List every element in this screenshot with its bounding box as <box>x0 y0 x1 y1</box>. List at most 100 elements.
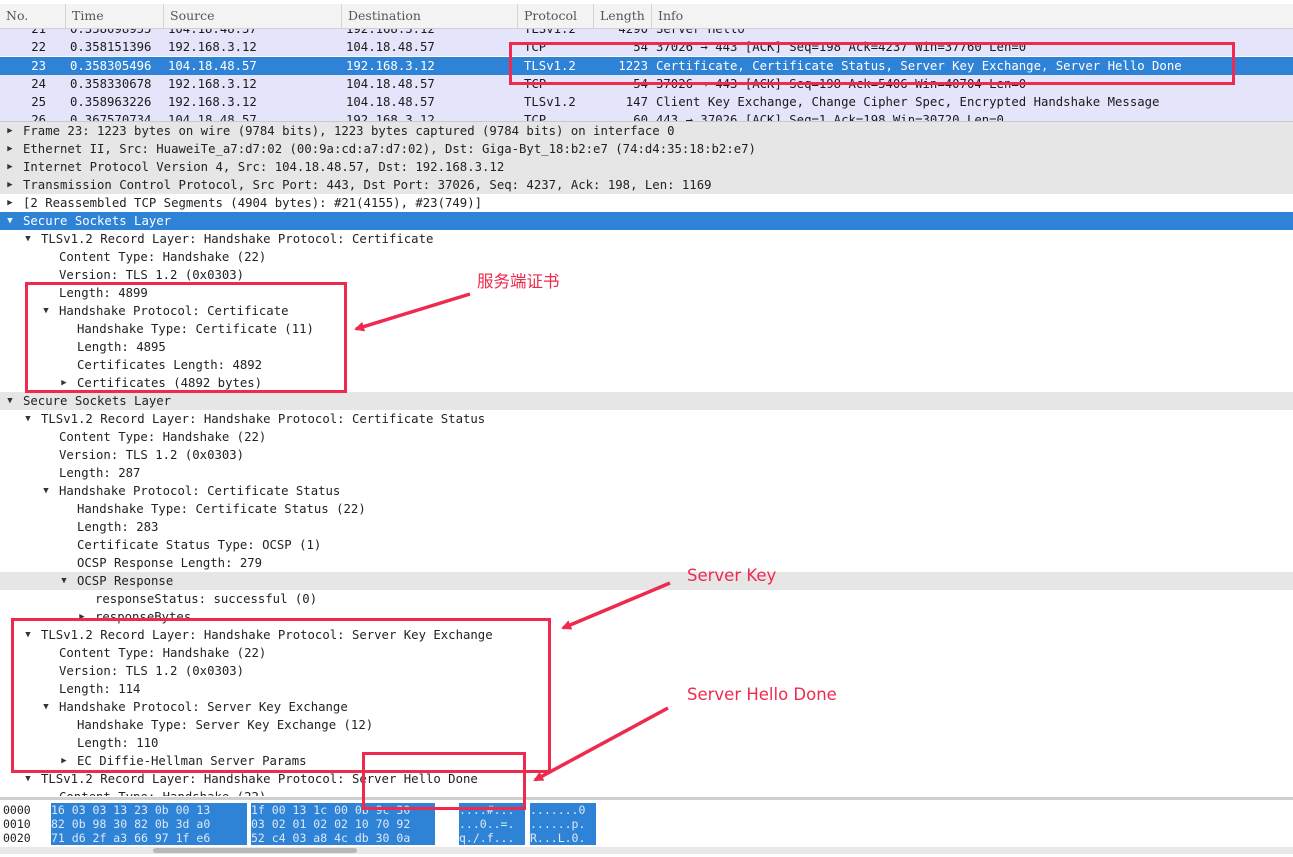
bytes-ascii-b: .......0 <box>530 803 596 817</box>
packet-cell-time: 0.358963226 <box>70 95 152 109</box>
detail-text: Secure Sockets Layer <box>23 214 172 228</box>
detail-row[interactable]: Length: 283 <box>0 518 1293 536</box>
packet-cell-dst: 104.18.48.57 <box>346 77 435 91</box>
detail-row[interactable]: ▼ TLSv1.2 Record Layer: Handshake Protoco… <box>0 410 1293 428</box>
expanded-triangle-icon[interactable]: ▼ <box>59 572 69 590</box>
detail-row[interactable]: ▼ Secure Sockets Layer <box>0 392 1293 410</box>
highlight-box-packet-23 <box>509 42 1235 85</box>
column-header-destination[interactable]: Destination <box>342 4 518 28</box>
bytes-ascii-a: ...0..=. <box>459 817 525 831</box>
bytes-offset: 0010 <box>3 817 31 831</box>
bytes-hex-a: 16 03 03 13 23 0b 00 13 <box>51 803 247 817</box>
column-header-length[interactable]: Length <box>594 4 652 28</box>
packet-row[interactable]: 25 0.358963226 192.168.3.12 104.18.48.57 TLS… <box>0 93 1293 111</box>
detail-text: Ethernet II, Src: HuaweiTe_a7:d7:02 (00:… <box>23 142 756 156</box>
detail-row[interactable]: ▶ [2 Reassembled TCP Segments (4904 bytes… <box>0 194 1293 212</box>
packet-cell-time: 0.358305496 <box>70 59 152 73</box>
detail-row[interactable]: ▼ OCSP Response <box>0 572 1293 590</box>
packet-cell-time: 0.358151396 <box>70 40 152 54</box>
bytes-hex-b: 52 c4 03 a8 4c db 30 0a <box>251 831 435 845</box>
column-header-time[interactable]: Time <box>66 4 164 28</box>
detail-row[interactable]: Certificate Status Type: OCSP (1) <box>0 536 1293 554</box>
bytes-hex-b: 03 02 01 02 02 10 70 92 <box>251 817 435 831</box>
packet-cell-src: 192.168.3.12 <box>168 95 257 109</box>
packet-cell-len: 147 <box>625 95 648 109</box>
bytes-hex-a: 82 0b 98 30 82 0b 3d a0 <box>51 817 247 831</box>
expanded-triangle-icon[interactable]: ▼ <box>23 410 33 428</box>
packet-cell-dst: 192.168.3.12 <box>346 59 435 73</box>
expanded-triangle-icon[interactable]: ▼ <box>41 482 51 500</box>
detail-row[interactable]: ▶ Ethernet II, Src: HuaweiTe_a7:d7:02 (00… <box>0 140 1293 158</box>
collapsed-triangle-icon[interactable]: ▶ <box>5 176 15 194</box>
column-header-info[interactable]: Info <box>652 4 1293 28</box>
detail-text: Handshake Protocol: Certificate Status <box>59 484 341 498</box>
packet-cell-no: 23 <box>31 59 46 73</box>
collapsed-triangle-icon[interactable]: ▶ <box>5 140 15 158</box>
packet-cell-src: 104.18.48.57 <box>168 59 257 73</box>
annotation-label-server-hello-done: Server Hello Done <box>687 685 837 704</box>
column-header-source[interactable]: Source <box>164 4 342 28</box>
packet-cell-src: 192.168.3.12 <box>168 40 257 54</box>
detail-text: Internet Protocol Version 4, Src: 104.18… <box>23 160 505 174</box>
packet-cell-src: 192.168.3.12 <box>168 77 257 91</box>
packet-list-header: No. Time Source Destination Protocol Len… <box>0 4 1293 29</box>
detail-text: responseStatus: successful (0) <box>95 592 318 606</box>
detail-row[interactable]: OCSP Response Length: 279 <box>0 554 1293 572</box>
detail-row[interactable]: ▼ Secure Sockets Layer <box>0 212 1293 230</box>
detail-text: OCSP Response <box>77 574 174 588</box>
collapsed-triangle-icon[interactable]: ▶ <box>5 122 15 140</box>
annotation-label-certificate: 服务端证书 <box>477 272 560 291</box>
scrollbar-thumb[interactable] <box>153 848 357 853</box>
detail-row[interactable]: ▶ Transmission Control Protocol, Src Port… <box>0 176 1293 194</box>
bytes-ascii-a: q./.f... <box>459 831 525 845</box>
column-header-no[interactable]: No. <box>0 4 66 28</box>
detail-text: Frame 23: 1223 bytes on wire (9784 bits)… <box>23 124 675 138</box>
detail-text: Transmission Control Protocol, Src Port:… <box>23 178 712 192</box>
detail-row[interactable]: ▶ Frame 23: 1223 bytes on wire (9784 bits… <box>0 122 1293 140</box>
detail-text: Content Type: Handshake (22) <box>59 430 267 444</box>
bytes-offset: 0020 <box>3 831 31 845</box>
detail-text: Content Type: Handshake (22) <box>59 250 267 264</box>
expanded-triangle-icon[interactable]: ▼ <box>5 212 15 230</box>
packet-cell-dst: 104.18.48.57 <box>346 40 435 54</box>
packet-cell-no: 24 <box>31 77 46 91</box>
packet-cell-dst: 104.18.48.57 <box>346 95 435 109</box>
bytes-row[interactable]: 0000 16 03 03 13 23 0b 00 13 1f 00 13 1c 0… <box>0 803 1293 817</box>
detail-text: Version: TLS 1.2 (0x0303) <box>59 448 245 462</box>
packet-cell-no: 25 <box>31 95 46 109</box>
detail-text: Length: 283 <box>77 520 159 534</box>
detail-text: Certificate Status Type: OCSP (1) <box>77 538 322 552</box>
column-header-protocol[interactable]: Protocol <box>518 4 594 28</box>
detail-row[interactable]: Handshake Type: Certificate Status (22) <box>0 500 1293 518</box>
detail-text: OCSP Response Length: 279 <box>77 556 263 570</box>
detail-row[interactable]: Version: TLS 1.2 (0x0303) <box>0 446 1293 464</box>
annotation-label-server-key: Server Key <box>687 566 777 585</box>
packet-cell-no: 22 <box>31 40 46 54</box>
expanded-triangle-icon[interactable]: ▼ <box>5 392 15 410</box>
bytes-offset: 0000 <box>3 803 31 817</box>
highlight-box-server-hello-done <box>362 752 526 810</box>
packet-cell-time: 0.358330678 <box>70 77 152 91</box>
highlight-box-certificate <box>25 282 347 393</box>
detail-text: [2 Reassembled TCP Segments (4904 bytes)… <box>23 196 483 210</box>
packet-cell-proto: TLSv1.2 <box>524 95 576 109</box>
detail-row[interactable]: Content Type: Handshake (22) <box>0 248 1293 266</box>
detail-text: TLSv1.2 Record Layer: Handshake Protocol… <box>41 412 486 426</box>
detail-row[interactable]: ▶ Internet Protocol Version 4, Src: 104.1… <box>0 158 1293 176</box>
collapsed-triangle-icon[interactable]: ▶ <box>5 158 15 176</box>
detail-row[interactable]: ▼ Handshake Protocol: Certificate Status <box>0 482 1293 500</box>
highlight-box-server-key-exchange <box>11 618 551 773</box>
bytes-row[interactable]: 0010 82 0b 98 30 82 0b 3d a0 03 02 01 02 0… <box>0 817 1293 831</box>
collapsed-triangle-icon[interactable]: ▶ <box>5 194 15 212</box>
bytes-ascii-b: ......p. <box>530 817 596 831</box>
expanded-triangle-icon[interactable]: ▼ <box>23 230 33 248</box>
detail-row[interactable]: responseStatus: successful (0) <box>0 590 1293 608</box>
detail-row[interactable]: Length: 287 <box>0 464 1293 482</box>
detail-text: Secure Sockets Layer <box>23 394 172 408</box>
bytes-row[interactable]: 0020 71 d6 2f a3 66 97 1f e6 52 c4 03 a8 4… <box>0 831 1293 845</box>
detail-row[interactable]: Content Type: Handshake (22) <box>0 428 1293 446</box>
bytes-hex-a: 71 d6 2f a3 66 97 1f e6 <box>51 831 247 845</box>
packet-cell-info: Client Key Exchange, Change Cipher Spec,… <box>656 95 1160 109</box>
detail-row[interactable]: Content Type: Handshake (22) <box>0 788 1293 796</box>
detail-row[interactable]: ▼ TLSv1.2 Record Layer: Handshake Protoco… <box>0 230 1293 248</box>
